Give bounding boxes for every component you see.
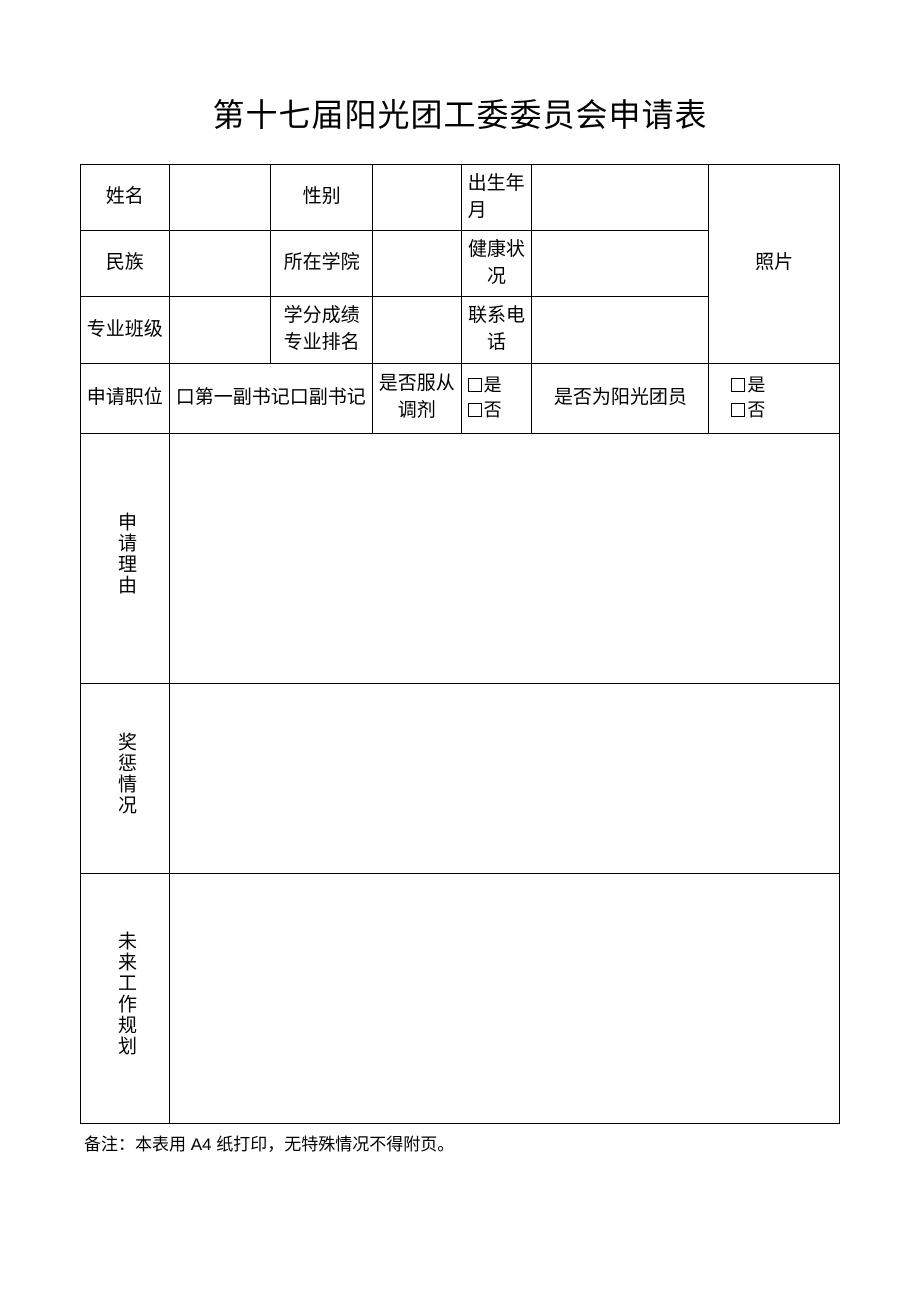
label-score-rank: 学分成绩专业排名 xyxy=(271,297,373,363)
label-phone: 联系电话 xyxy=(461,297,532,363)
checkbox-icon[interactable] xyxy=(731,378,745,392)
label-yes: 是 xyxy=(747,375,765,395)
field-reason[interactable] xyxy=(169,433,840,683)
label-is-member: 是否为阳光团员 xyxy=(532,363,709,433)
label-photo: 照片 xyxy=(709,165,840,364)
field-ethnicity[interactable] xyxy=(169,231,271,297)
label-college: 所在学院 xyxy=(271,231,373,297)
label-no: 否 xyxy=(747,400,765,420)
label-major-class: 专业班级 xyxy=(81,297,170,363)
field-plan[interactable] xyxy=(169,873,840,1123)
label-birth: 出生年月 xyxy=(461,165,532,231)
label-awards: 奖惩情况 xyxy=(81,683,170,873)
field-college[interactable] xyxy=(373,231,462,297)
label-apply-position: 申请职位 xyxy=(81,363,170,433)
field-health[interactable] xyxy=(532,231,709,297)
label-plan: 未来工作规划 xyxy=(81,873,170,1123)
checkbox-icon[interactable] xyxy=(468,378,482,392)
field-score-rank[interactable] xyxy=(373,297,462,363)
field-gender[interactable] xyxy=(373,165,462,231)
checkbox-icon[interactable] xyxy=(468,403,482,417)
label-gender: 性别 xyxy=(271,165,373,231)
application-form-table: 姓名 性别 出生年月 照片 民族 所在学院 健康状况 专业班级 学分成绩专业排名… xyxy=(80,164,840,1124)
footnote: 备注：本表用 A4 纸打印，无特殊情况不得附页。 xyxy=(84,1130,840,1155)
field-position-options[interactable]: 口第一副书记口副书记 xyxy=(169,363,373,433)
field-major-class[interactable] xyxy=(169,297,271,363)
field-name[interactable] xyxy=(169,165,271,231)
label-no: 否 xyxy=(484,400,502,420)
field-accept-transfer[interactable]: 是 否 xyxy=(461,363,532,433)
label-yes: 是 xyxy=(484,375,502,395)
page-title: 第十七届阳光团工委委员会申请表 xyxy=(80,90,840,136)
label-name: 姓名 xyxy=(81,165,170,231)
label-accept-transfer: 是否服从调剂 xyxy=(373,363,462,433)
label-ethnicity: 民族 xyxy=(81,231,170,297)
label-reason: 申请理由 xyxy=(81,433,170,683)
checkbox-icon[interactable] xyxy=(731,403,745,417)
field-awards[interactable] xyxy=(169,683,840,873)
field-birth[interactable] xyxy=(532,165,709,231)
label-health: 健康状况 xyxy=(461,231,532,297)
field-is-member[interactable]: 是 否 xyxy=(709,363,840,433)
field-phone[interactable] xyxy=(532,297,709,363)
